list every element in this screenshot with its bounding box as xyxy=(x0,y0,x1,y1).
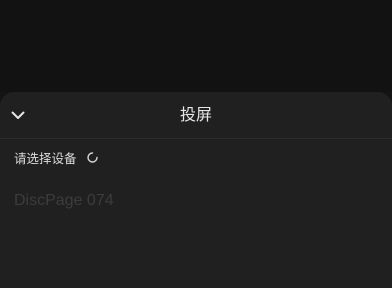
device-list-item[interactable]: DiscPage 074 xyxy=(14,192,114,210)
cast-bottom-sheet: 投屏 请选择设备 DiscPage 074 xyxy=(0,92,392,288)
sheet-header: 投屏 xyxy=(0,92,392,139)
sheet-title: 投屏 xyxy=(179,105,212,124)
select-device-label: 请选择设备 xyxy=(14,150,77,166)
cast-screen: 投屏 请选择设备 DiscPage 074 xyxy=(0,0,392,288)
loading-spinner-icon xyxy=(86,151,98,163)
dimmed-backdrop[interactable] xyxy=(0,0,392,92)
device-section-header: 请选择设备 xyxy=(0,139,392,175)
